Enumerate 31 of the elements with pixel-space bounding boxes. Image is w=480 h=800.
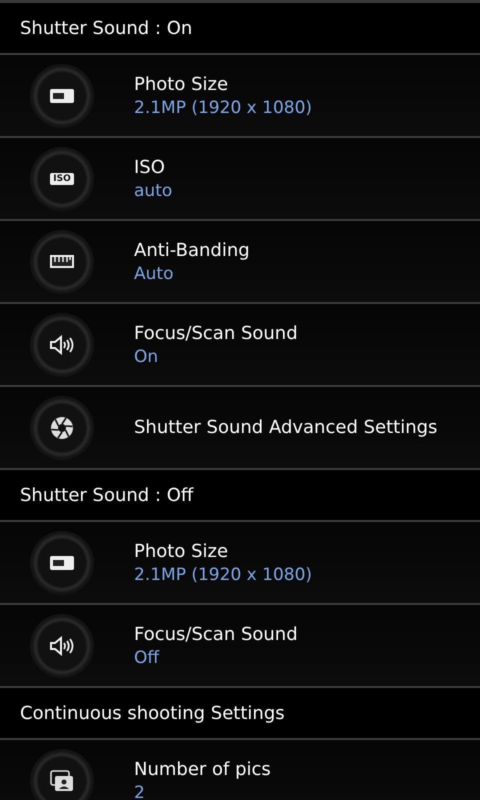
setting-value: Off [134, 648, 160, 668]
speaker-icon [49, 334, 75, 354]
settings-item[interactable]: Shutter Sound Advanced Settings [0, 387, 480, 470]
rectangle-icon [50, 88, 74, 102]
setting-title: Anti-Banding [134, 240, 250, 260]
rectangle-icon [50, 556, 74, 570]
settings-item[interactable]: Photo Size 2.1MP (1920 x 1080) [0, 522, 480, 605]
setting-value: 2.1MP (1920 x 1080) [134, 564, 312, 584]
setting-title: Focus/Scan Sound [134, 322, 298, 344]
settings-item[interactable]: Focus/Scan Sound Off [0, 605, 480, 688]
settings-item[interactable]: Anti-Banding Auto [0, 221, 480, 304]
setting-title: Photo Size [134, 74, 230, 94]
setting-title: Number of pics [134, 758, 271, 780]
settings-item[interactable]: Photo Size 2.1MP (1920 x 1080) [0, 55, 480, 138]
iso-icon: ISO [50, 172, 74, 184]
aperture-icon [50, 416, 74, 440]
ruler-icon [50, 255, 74, 268]
settings-item[interactable]: ISO ISO auto [0, 138, 480, 221]
setting-title: Photo Size [134, 540, 230, 562]
setting-value: 2.1MP (1920 x 1080) [134, 98, 312, 118]
photos-icon [50, 770, 74, 792]
setting-value: On [134, 346, 160, 366]
settings-item[interactable]: Number of pics 2 [0, 740, 480, 800]
settings-item[interactable]: Focus/Scan Sound On [0, 304, 480, 387]
setting-value: auto [134, 180, 172, 200]
setting-value: 2 [134, 782, 146, 800]
speaker-icon [49, 636, 75, 656]
setting-value: Auto [134, 264, 174, 284]
setting-title: Focus/Scan Sound [134, 624, 298, 644]
setting-title: Shutter Sound Advanced Settings [134, 417, 438, 438]
setting-title: ISO [134, 156, 166, 178]
